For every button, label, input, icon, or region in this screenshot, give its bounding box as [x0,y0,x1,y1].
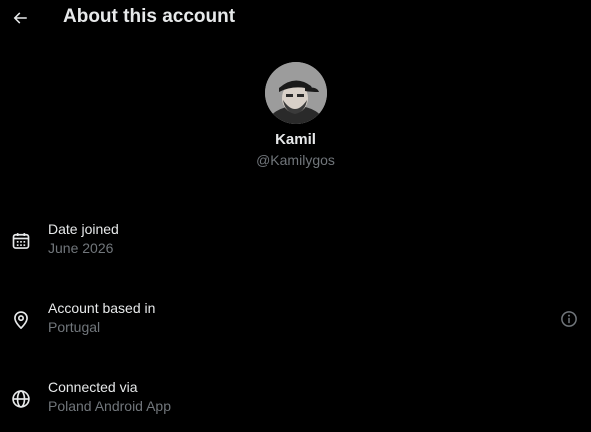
detail-row-account-based-in: Account based in Portugal [0,297,591,343]
detail-label: Date joined [48,221,119,237]
info-circle-icon [561,311,577,327]
detail-label: Account based in [48,300,156,316]
detail-value: June 2026 [48,240,114,256]
avatar[interactable] [264,62,327,124]
detail-label: Connected via [48,379,138,395]
arrow-left-icon [13,12,27,24]
detail-value: Poland Android App [48,398,171,414]
display-name: Kamil [275,131,316,148]
detail-row-connected-via: Connected via Poland Android App [0,376,591,422]
globe-icon [10,388,32,410]
page-title: About this account [63,6,236,27]
account-handle: @Kamilygos [256,152,335,168]
location-pin-icon [10,309,32,331]
calendar-icon [10,230,32,252]
detail-row-date-joined: Date joined June 2026 [0,218,591,264]
detail-value: Portugal [48,319,101,335]
profile-summary: Kamil @Kamilygos [0,62,591,169]
header-bar: About this account [0,0,591,36]
back-button[interactable] [4,2,36,34]
info-button[interactable] [558,308,580,330]
